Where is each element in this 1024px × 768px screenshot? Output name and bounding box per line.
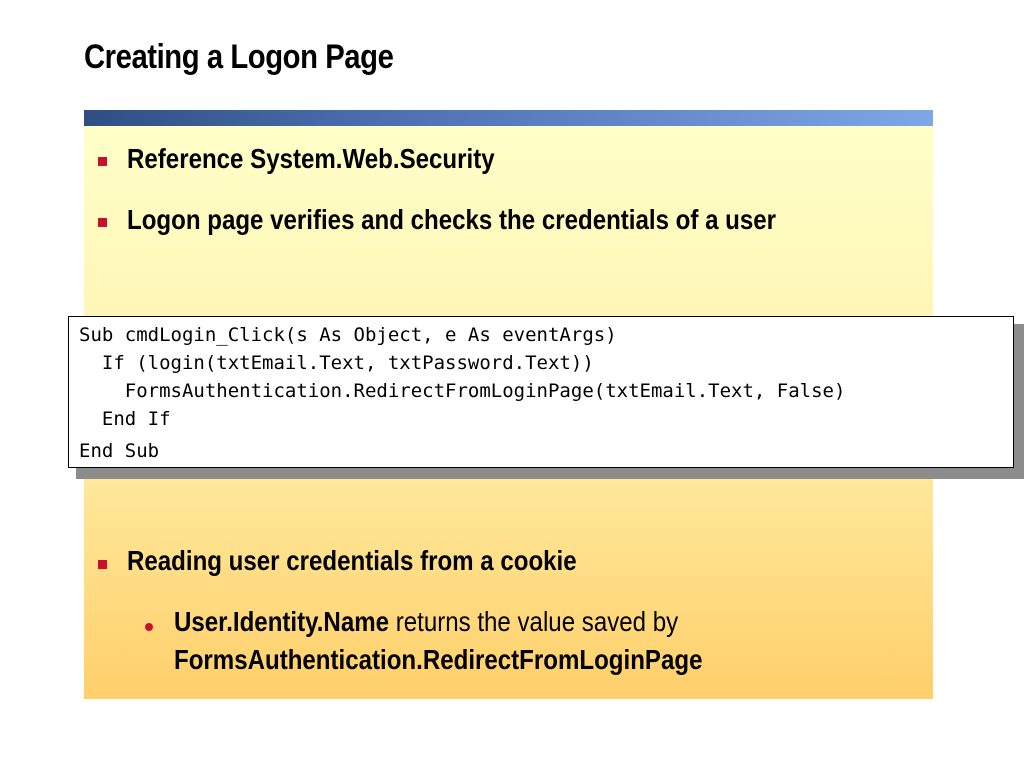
code-line: Sub cmdLogin_Click(s As Object, e As eve… <box>79 324 617 346</box>
bullet-reference: Reference System.Web.Security <box>127 143 495 174</box>
sub-bullet-line-1: User.Identity.Name returns the value sav… <box>174 606 678 638</box>
sub-bullet-dot-icon <box>145 623 153 631</box>
code-box: Sub cmdLogin_Click(s As Object, e As eve… <box>68 316 1014 468</box>
code-line: End If <box>79 408 171 430</box>
code-line: If (login(txtEmail.Text, txtPassword.Tex… <box>79 352 594 374</box>
bullet-logon-page: Logon page verifies and checks the crede… <box>127 204 777 235</box>
bullet-square-icon <box>98 560 107 569</box>
identity-name-text: User.Identity.Name <box>174 606 390 637</box>
header-bar <box>84 110 933 126</box>
slide-title: Creating a Logon Page <box>84 38 394 76</box>
code-line: End Sub <box>79 440 160 462</box>
code-line: FormsAuthentication.RedirectFromLoginPag… <box>79 380 846 402</box>
sub-bullet-line-2: FormsAuthentication.RedirectFromLoginPag… <box>174 644 703 675</box>
returns-value-text: returns the value saved by <box>389 606 679 637</box>
bullet-square-icon <box>98 157 107 166</box>
bullet-square-icon <box>98 218 107 227</box>
bullet-reading-cookie: Reading user credentials from a cookie <box>127 545 577 576</box>
